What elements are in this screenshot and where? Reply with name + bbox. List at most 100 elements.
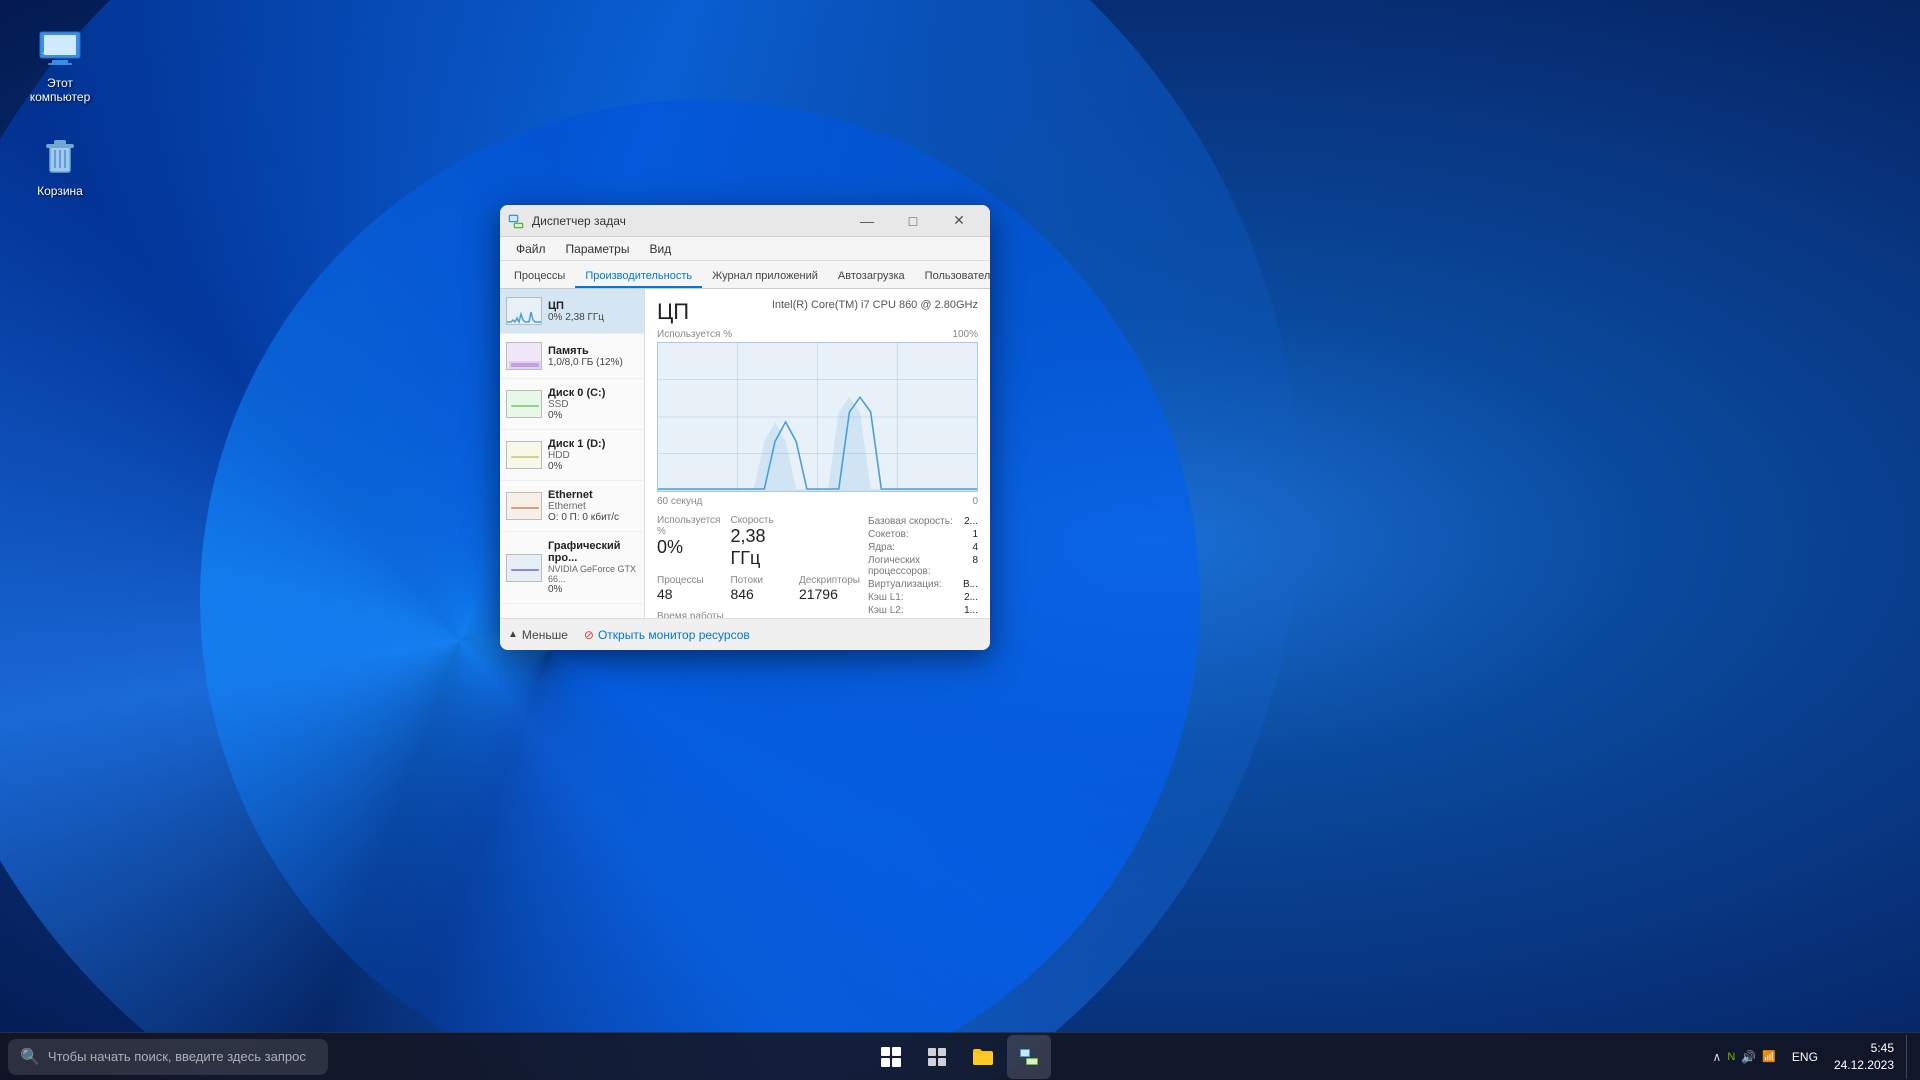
- system-tray: ∧ N 🔊 📶: [1705, 1046, 1784, 1068]
- tab-processes[interactable]: Процессы: [504, 266, 575, 288]
- cores-val: 4: [972, 542, 978, 553]
- tray-network-icon[interactable]: 🔊: [1741, 1050, 1756, 1064]
- search-placeholder-text: Чтобы начать поиск, введите здесь запрос: [48, 1049, 306, 1064]
- stat-processes: Процессы 48: [657, 575, 720, 603]
- windows-logo-icon: [879, 1045, 903, 1069]
- taskmanager-window-icon: [508, 213, 524, 229]
- info-logical: Логических процессоров: 8: [868, 554, 978, 578]
- stat-threads-label: Потоки: [730, 575, 788, 586]
- tray-nvidia-icon[interactable]: N: [1727, 1051, 1735, 1063]
- stat-speed: Скорость 2,38 ГГц: [730, 515, 788, 569]
- perf-header: ЦП Intel(R) Core(TM) i7 CPU 860 @ 2.80GH…: [657, 299, 978, 325]
- sidebar-item-cpu[interactable]: ЦП 0% 2,38 ГГц: [500, 289, 644, 334]
- memory-sidebar-val: 1,0/8,0 ГБ (12%): [548, 357, 638, 368]
- l2-val: 1...: [964, 605, 978, 616]
- file-explorer-button[interactable]: [961, 1035, 1005, 1079]
- tray-show-hidden-icon[interactable]: ∧: [1713, 1050, 1722, 1064]
- minimize-button[interactable]: —: [844, 205, 890, 237]
- tab-app-history[interactable]: Журнал приложений: [702, 266, 828, 288]
- window-controls: — □ ✕: [844, 205, 982, 237]
- info-l2: Кэш L2: 1...: [868, 604, 978, 617]
- this-pc-label: Этот компьютер: [30, 76, 91, 104]
- window-titlebar: Диспетчер задач — □ ✕: [500, 205, 990, 237]
- cpu-graph-svg: [658, 343, 977, 491]
- disk1-sidebar-sub: HDD: [548, 450, 638, 461]
- sockets-label: Сокетов:: [868, 529, 909, 540]
- cpu-details-panel: Базовая скорость: 2... Сокетов: 1 Ядра: …: [868, 515, 978, 618]
- gpu-thumb: [506, 554, 542, 582]
- maximize-button[interactable]: □: [890, 205, 936, 237]
- logical-val: 8: [972, 555, 978, 577]
- stat-usage-val: 0%: [657, 537, 720, 559]
- stats-grid: Используется % 0% Скорость 2,38 ГГц Проц…: [657, 515, 860, 603]
- time-display: 5:45: [1871, 1040, 1894, 1057]
- memory-sidebar-name: Память: [548, 345, 638, 357]
- taskmanager-taskbar-button[interactable]: [1007, 1035, 1051, 1079]
- taskbar-right: ∧ N 🔊 📶 ENG 5:45 24.12.2023: [1705, 1035, 1912, 1079]
- open-monitor-button[interactable]: ⊘ Открыть монитор ресурсов: [584, 628, 750, 642]
- search-icon: 🔍: [20, 1047, 40, 1067]
- chevron-up-icon: ▲: [508, 629, 518, 640]
- less-button[interactable]: ▲ Меньше: [508, 628, 568, 642]
- info-sockets: Сокетов: 1: [868, 528, 978, 541]
- stat-handles-val: 21796: [799, 586, 860, 603]
- datetime-display[interactable]: 5:45 24.12.2023: [1826, 1040, 1902, 1074]
- disk1-sidebar-name: Диск 1 (D:): [548, 438, 638, 450]
- start-button[interactable]: [869, 1035, 913, 1079]
- ethernet-thumb: [506, 492, 542, 520]
- desktop-icons: Этот компьютер Корзина: [20, 20, 100, 202]
- show-desktop-button[interactable]: [1906, 1035, 1912, 1079]
- window-footer: ▲ Меньше ⊘ Открыть монитор ресурсов: [500, 618, 990, 650]
- stats-left: Используется % 0% Скорость 2,38 ГГц Проц…: [657, 515, 860, 618]
- usage-label: Используется %: [657, 329, 732, 340]
- date-display: 24.12.2023: [1834, 1057, 1894, 1074]
- stat-threads: Потоки 846: [730, 575, 788, 603]
- info-base-speed: Базовая скорость: 2...: [868, 515, 978, 528]
- disk1-sidebar-val: 0%: [548, 461, 638, 472]
- gpu-sidebar-name: Графический про...: [548, 540, 638, 564]
- menu-view[interactable]: Вид: [641, 240, 679, 258]
- tab-startup[interactable]: Автозагрузка: [828, 266, 915, 288]
- window-title-text: Диспетчер задач: [532, 214, 836, 228]
- ethernet-sidebar-name: Ethernet: [548, 489, 638, 501]
- sidebar-item-disk0[interactable]: Диск 0 (C:) SSD 0%: [500, 379, 644, 430]
- sidebar-item-memory[interactable]: Память 1,0/8,0 ГБ (12%): [500, 334, 644, 379]
- cpu-sidebar-name: ЦП: [548, 300, 638, 312]
- tab-users[interactable]: Пользователи: [915, 266, 990, 288]
- tab-performance[interactable]: Производительность: [575, 266, 702, 288]
- ethernet-sidebar-info: Ethernet Ethernet О: 0 П: 0 кбит/с: [548, 489, 638, 523]
- sidebar-item-disk1[interactable]: Диск 1 (D:) HDD 0%: [500, 430, 644, 481]
- cpu-sidebar-info: ЦП 0% 2,38 ГГц: [548, 300, 638, 323]
- disk1-sidebar-info: Диск 1 (D:) HDD 0%: [548, 438, 638, 472]
- ethernet-sidebar-val: О: 0 П: 0 кбит/с: [548, 512, 638, 523]
- disk0-sidebar-info: Диск 0 (C:) SSD 0%: [548, 387, 638, 421]
- cpu-thumb: [506, 297, 542, 325]
- l1-val: 2...: [964, 592, 978, 603]
- close-button[interactable]: ✕: [936, 205, 982, 237]
- cpu-graph-container: [657, 342, 978, 492]
- this-pc-icon[interactable]: Этот компьютер: [20, 20, 100, 108]
- gpu-sidebar-val: 0%: [548, 584, 638, 595]
- stat-threads-val: 846: [730, 586, 788, 603]
- task-manager-window: Диспетчер задач — □ ✕ Файл Параметры Вид…: [500, 205, 990, 650]
- language-indicator[interactable]: ENG: [1788, 1050, 1822, 1064]
- sidebar-item-gpu[interactable]: Графический про... NVIDIA GeForce GTX 66…: [500, 532, 644, 604]
- task-view-icon: [927, 1047, 947, 1067]
- cores-label: Ядра:: [868, 542, 895, 553]
- tray-volume-icon[interactable]: 📶: [1762, 1050, 1776, 1063]
- menu-options[interactable]: Параметры: [558, 240, 638, 258]
- memory-thumb: [506, 342, 542, 370]
- disk1-thumb: [506, 441, 542, 469]
- performance-main-area: ЦП Intel(R) Core(TM) i7 CPU 860 @ 2.80GH…: [645, 289, 990, 618]
- task-view-button[interactable]: [915, 1035, 959, 1079]
- taskbar-left: 🔍 Чтобы начать поиск, введите здесь запр…: [8, 1039, 1705, 1075]
- menu-file[interactable]: Файл: [508, 240, 554, 258]
- folder-icon: [971, 1045, 995, 1069]
- virt-label: Виртуализация:: [868, 579, 942, 590]
- perf-title: ЦП: [657, 299, 689, 325]
- info-l1: Кэш L1: 2...: [868, 591, 978, 604]
- taskbar-search[interactable]: 🔍 Чтобы начать поиск, введите здесь запр…: [8, 1039, 328, 1075]
- recycle-bin-icon[interactable]: Корзина: [20, 128, 100, 202]
- sidebar-item-ethernet[interactable]: Ethernet Ethernet О: 0 П: 0 кбит/с: [500, 481, 644, 532]
- stat-speed-val: 2,38 ГГц: [730, 526, 788, 569]
